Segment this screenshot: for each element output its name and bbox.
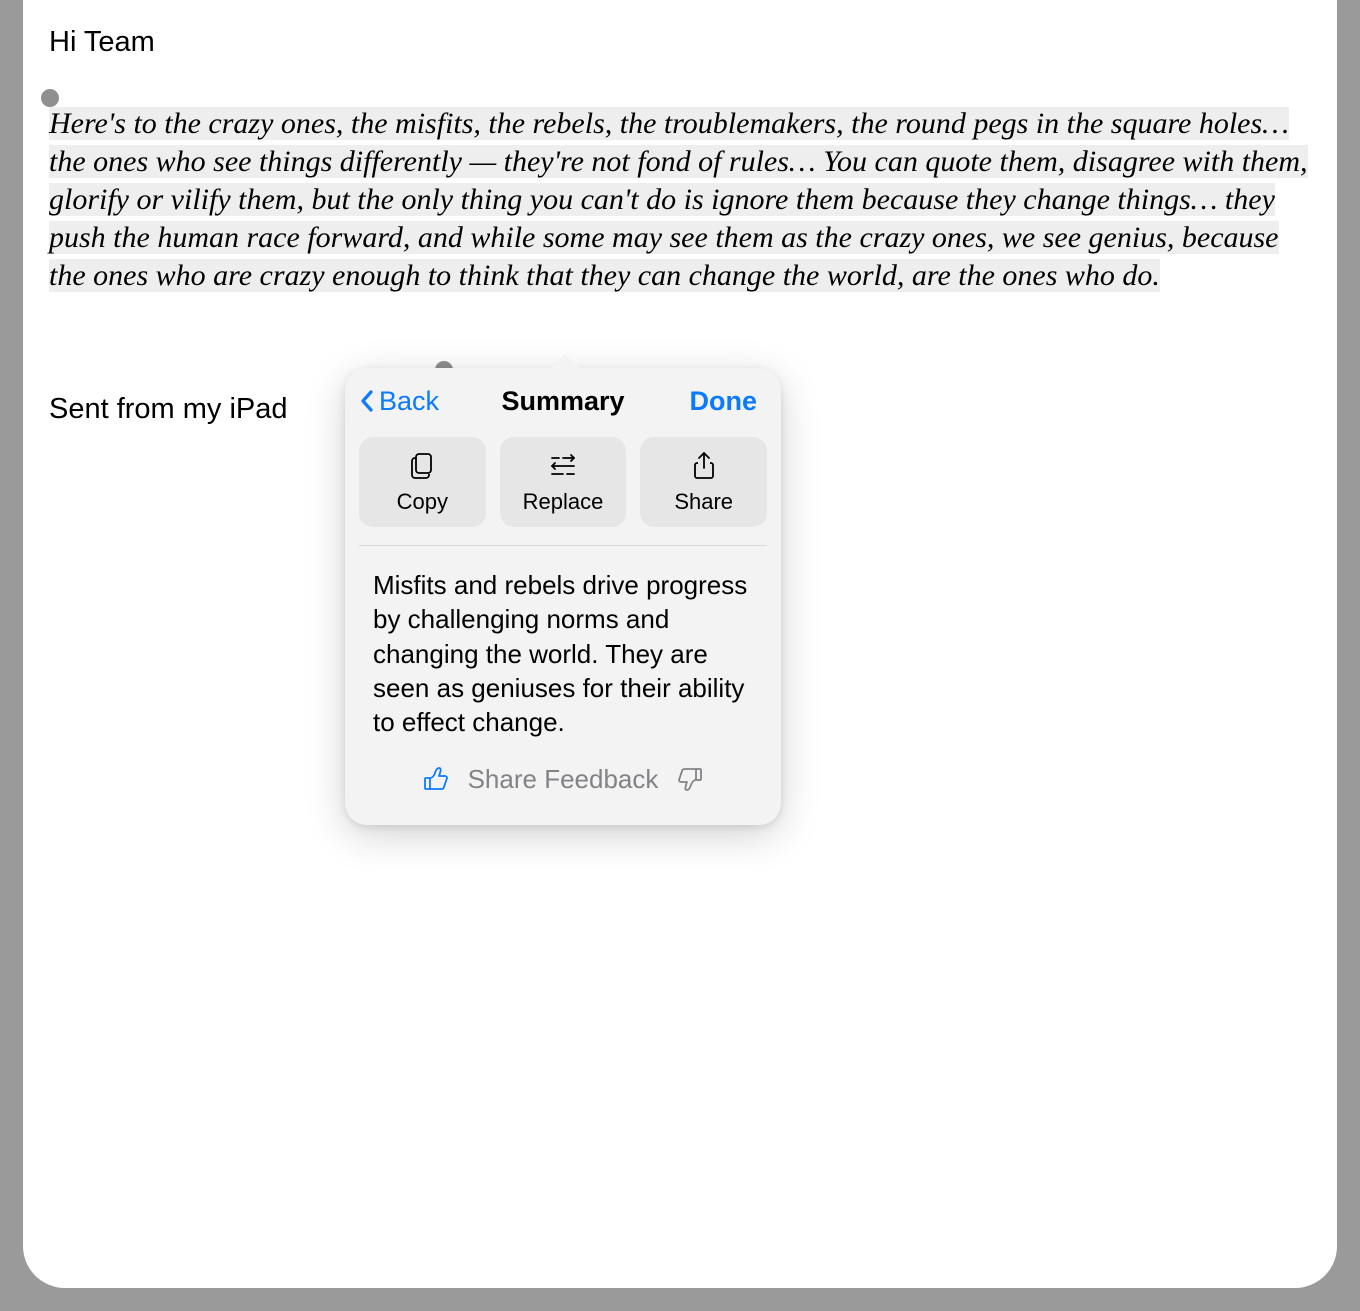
thumbs-down-icon [676, 765, 704, 793]
feedback-label: Share Feedback [468, 764, 659, 795]
share-icon [691, 451, 717, 481]
chevron-left-icon [359, 389, 377, 415]
selected-quote-text[interactable]: Here's to the crazy ones, the misfits, t… [49, 107, 1308, 292]
copy-label: Copy [397, 489, 448, 515]
replace-label: Replace [523, 489, 604, 515]
copy-button[interactable]: Copy [359, 437, 486, 527]
done-button[interactable]: Done [690, 386, 758, 417]
popover-title: Summary [501, 386, 624, 417]
selection-start-handle[interactable] [41, 89, 59, 107]
popover-header: Back Summary Done [345, 368, 781, 431]
share-button[interactable]: Share [640, 437, 767, 527]
back-label: Back [379, 386, 439, 417]
greeting-text: Hi Team [49, 26, 1311, 59]
thumbs-up-icon [422, 765, 450, 793]
summary-text: Misfits and rebels drive progress by cha… [345, 546, 781, 764]
replace-button[interactable]: Replace [500, 437, 627, 527]
selected-text-block[interactable]: Here's to the crazy ones, the misfits, t… [49, 105, 1311, 295]
thumbs-up-button[interactable] [422, 765, 450, 793]
share-label: Share [674, 489, 733, 515]
replace-icon [547, 451, 579, 481]
copy-icon [407, 451, 437, 481]
action-row: Copy Replace [345, 431, 781, 527]
thumbs-down-button[interactable] [676, 765, 704, 793]
back-button[interactable]: Back [359, 386, 439, 417]
summary-popover: Back Summary Done Copy [345, 368, 781, 825]
feedback-row: Share Feedback [345, 764, 781, 825]
